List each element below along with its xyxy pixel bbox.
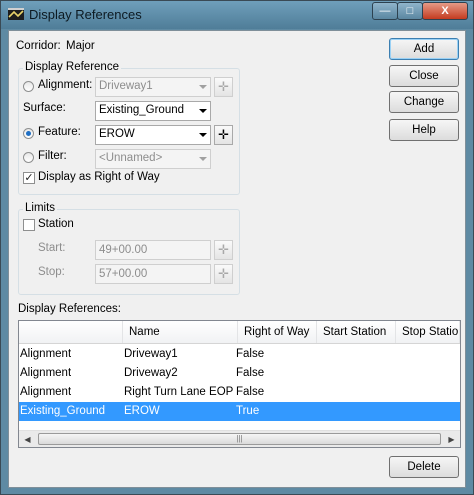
display-references-list[interactable]: Name Right of Way Start Station Stop Sta…	[18, 320, 461, 448]
row-type: Alignment	[20, 367, 72, 379]
stop-station-input[interactable]: 57+00.00	[95, 264, 211, 284]
table-row-selected[interactable]: Existing_Ground EROW True	[19, 402, 460, 421]
crosshair-icon: ✛	[218, 127, 229, 142]
minimize-button[interactable]: —	[372, 2, 398, 20]
feature-dropdown-value: EROW	[99, 128, 135, 140]
row-name: EROW	[124, 405, 160, 417]
scroll-left-icon[interactable]: ◀	[19, 431, 36, 447]
chevron-down-icon	[199, 109, 207, 113]
alignment-dropdown[interactable]: Driveway1	[95, 77, 211, 97]
filter-dropdown-value: <Unnamed>	[99, 152, 163, 164]
start-station-input[interactable]: 49+00.00	[95, 240, 211, 260]
dialog-client-area: Corridor: Major Display Reference Alignm…	[8, 30, 466, 488]
window-title: Display References	[29, 7, 142, 22]
filter-label: Filter:	[38, 150, 67, 162]
feature-pick-button[interactable]: ✛	[214, 125, 233, 145]
title-bar[interactable]: Display References — □ X	[1, 1, 473, 29]
column-header-start-station[interactable]: Start Station	[317, 321, 396, 343]
close-button[interactable]: Close	[389, 65, 459, 87]
crosshair-icon: ✛	[218, 266, 229, 281]
app-icon	[8, 8, 24, 20]
chevron-down-icon	[199, 85, 207, 89]
row-type: Alignment	[20, 348, 72, 360]
dialog-window: Display References — □ X Corridor: Major…	[0, 0, 474, 495]
close-window-button[interactable]: X	[422, 2, 468, 20]
station-label: Station	[38, 218, 74, 230]
surface-dropdown-value: Existing_Ground	[99, 104, 185, 116]
alignment-pick-button[interactable]: ✛	[214, 77, 233, 97]
column-header-type[interactable]	[19, 321, 123, 343]
row-right-of-way: False	[236, 386, 265, 398]
row-name: Driveway1	[124, 348, 178, 360]
feature-radio[interactable]	[23, 128, 34, 139]
row-right-of-way: False	[236, 367, 265, 379]
maximize-button[interactable]: □	[397, 2, 423, 20]
stop-pick-button[interactable]: ✛	[214, 264, 233, 284]
station-checkbox[interactable]	[23, 219, 35, 231]
chevron-down-icon	[199, 157, 207, 161]
display-references-label: Display References:	[18, 303, 121, 315]
column-header-right-of-way[interactable]: Right of Way	[238, 321, 317, 343]
table-row[interactable]: Alignment Driveway1 False	[19, 345, 460, 364]
crosshair-icon: ✛	[218, 242, 229, 257]
alignment-radio[interactable]	[23, 81, 34, 92]
row-name: Right Turn Lane EOP	[124, 386, 234, 398]
start-label: Start:	[38, 242, 66, 254]
row-right-of-way: False	[236, 348, 265, 360]
list-header: Name Right of Way Start Station Stop Sta…	[19, 321, 460, 344]
right-of-way-checkbox[interactable]: ✓	[23, 172, 35, 184]
chevron-down-icon	[199, 133, 207, 137]
feature-label: Feature:	[38, 126, 81, 138]
start-pick-button[interactable]: ✛	[214, 240, 233, 260]
surface-dropdown[interactable]: Existing_Ground	[95, 101, 211, 121]
display-reference-legend: Display Reference	[23, 61, 121, 73]
table-row[interactable]: Alignment Driveway2 False	[19, 364, 460, 383]
filter-radio[interactable]	[23, 152, 34, 163]
horizontal-scrollbar[interactable]: ◀ ||| ▶	[19, 430, 460, 447]
limits-legend: Limits	[23, 202, 58, 214]
surface-label: Surface:	[23, 102, 66, 114]
row-right-of-way: True	[236, 405, 260, 417]
add-button[interactable]: Add	[389, 38, 459, 60]
alignment-label: Alignment:	[38, 79, 93, 91]
scrollbar-thumb[interactable]: |||	[38, 433, 441, 445]
change-button[interactable]: Change	[389, 91, 459, 113]
column-header-name[interactable]: Name	[123, 321, 238, 343]
alignment-dropdown-value: Driveway1	[99, 80, 153, 92]
scroll-right-icon[interactable]: ▶	[443, 431, 460, 447]
corridor-value: Major	[66, 40, 95, 52]
row-type: Existing_Ground	[20, 405, 106, 417]
row-type: Alignment	[20, 386, 72, 398]
delete-button[interactable]: Delete	[389, 456, 459, 478]
corridor-label: Corridor:	[16, 40, 61, 52]
column-header-stop-station[interactable]: Stop Station	[396, 321, 460, 343]
feature-dropdown[interactable]: EROW	[95, 125, 211, 145]
help-button[interactable]: Help	[389, 119, 459, 141]
filter-dropdown[interactable]: <Unnamed>	[95, 149, 211, 169]
crosshair-icon: ✛	[218, 79, 229, 94]
right-of-way-label: Display as Right of Way	[38, 171, 160, 183]
stop-label: Stop:	[38, 266, 65, 278]
row-name: Driveway2	[124, 367, 178, 379]
table-row[interactable]: Alignment Right Turn Lane EOP False	[19, 383, 460, 402]
